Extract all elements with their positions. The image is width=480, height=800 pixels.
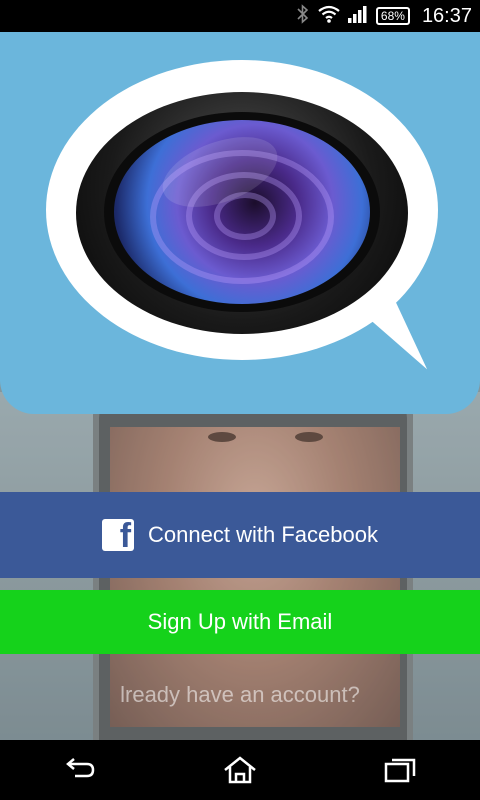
navigation-bar [0, 740, 480, 800]
connect-facebook-label: Connect with Facebook [148, 522, 378, 547]
already-have-account-link[interactable]: lready have an account? [0, 682, 480, 708]
back-icon [66, 758, 95, 778]
battery-level: 68% [380, 9, 405, 23]
connect-facebook-button[interactable]: f Connect with Facebook [0, 492, 480, 578]
recent-apps-button[interactable] [370, 748, 430, 792]
home-icon [224, 756, 256, 784]
wifi-icon [318, 5, 340, 28]
status-bar: 68% 16:37 [0, 0, 480, 32]
home-button[interactable] [210, 748, 270, 792]
bluetooth-icon [296, 3, 310, 29]
signal-icon [347, 5, 368, 28]
clock: 16:37 [421, 4, 472, 27]
status-icons: 68% 16:37 [296, 0, 472, 32]
sign-up-email-label: Sign Up with Email [147, 609, 333, 634]
back-button[interactable] [50, 748, 110, 792]
sign-up-email-button[interactable]: Sign Up with Email [0, 590, 480, 654]
app-logo [0, 32, 480, 414]
facebook-icon: f [102, 519, 135, 551]
recent-apps-icon [384, 758, 416, 783]
main-content: f Connect with Facebook Sign Up with Ema… [0, 32, 480, 740]
battery-icon: 68% [375, 7, 410, 25]
chat-bubble-tail [352, 287, 428, 387]
